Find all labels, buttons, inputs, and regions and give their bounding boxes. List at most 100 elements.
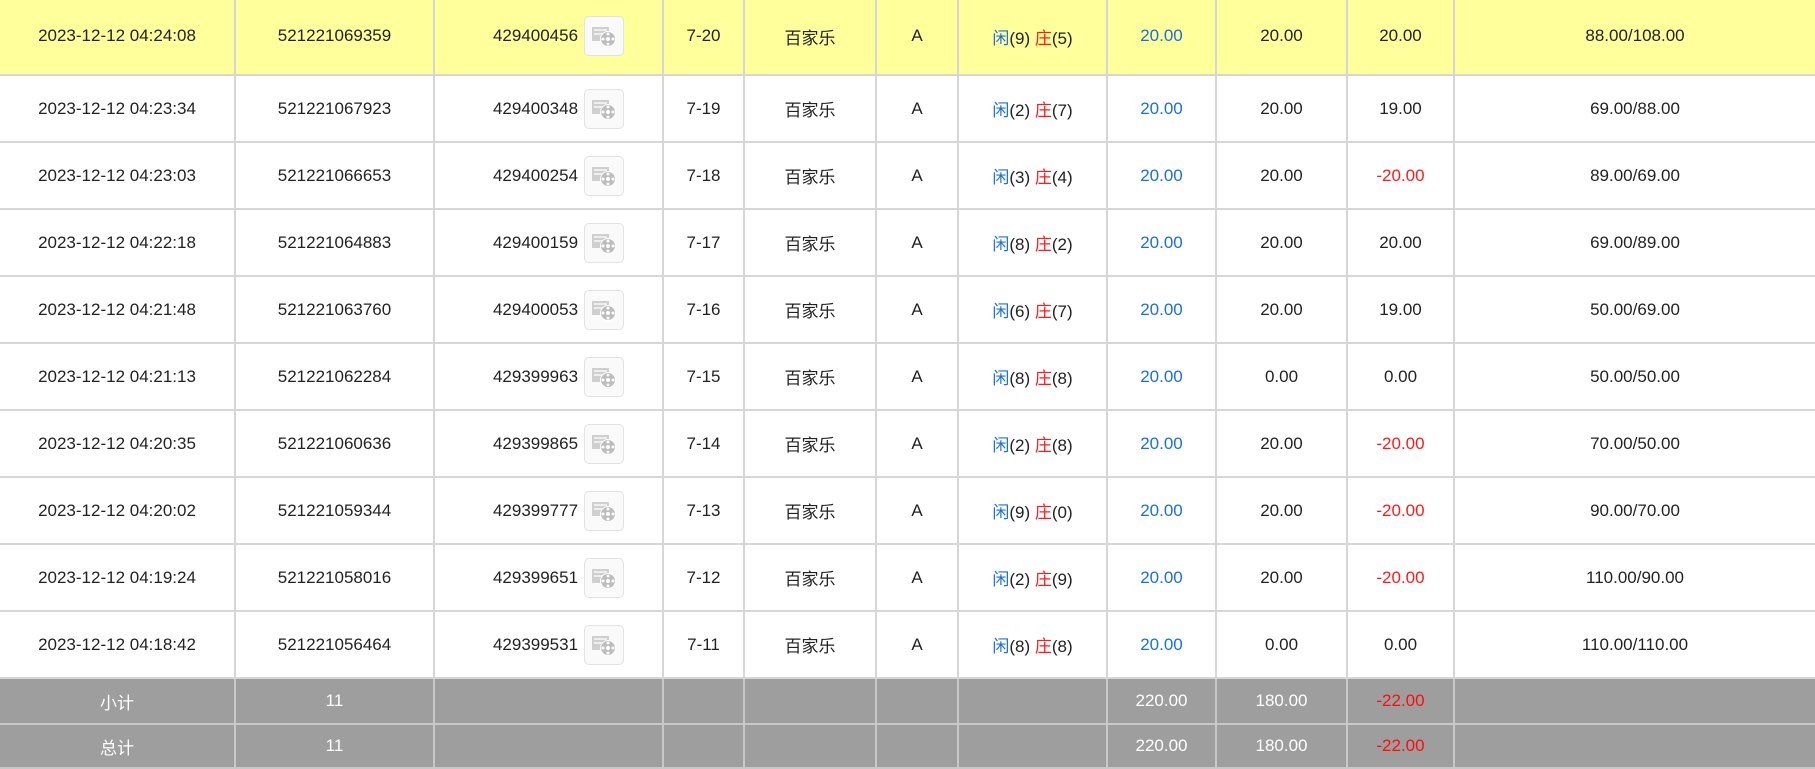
shoe-hand: 7-12 [662,543,745,612]
game-name: 百家乐 [743,476,877,545]
result-cell: 闲(9) 庄(5) [957,0,1108,76]
total-count: 11 [234,723,435,769]
bet-amount: 20.00 [1106,141,1217,210]
round-number: 429400254 [492,165,579,185]
banker-label: 庄 [1034,168,1052,187]
table-row[interactable]: 2023-12-12 04:18:42 521221056464 429399531… [0,610,1815,679]
bet-amount: 20.00 [1106,476,1217,545]
player-label: 闲 [992,302,1010,321]
table-row[interactable]: 2023-12-12 04:22:18 521221064883 429400159… [0,208,1815,277]
round-number: 429399651 [492,567,579,587]
valid-bet: 20.00 [1215,141,1348,210]
table-row[interactable]: 2023-12-12 04:23:03 521221066653 429400254… [0,141,1815,210]
bet-amount: 20.00 [1106,0,1217,76]
table-row[interactable]: 2023-12-12 04:21:13 521221062284 429399963… [0,342,1815,411]
player-score: (8) [1009,637,1031,656]
payout: 20.00 [1346,208,1455,277]
table-row[interactable]: 2023-12-12 04:21:48 521221063760 429400053… [0,275,1815,344]
table-name: A [875,342,959,411]
banker-score: (4) [1051,168,1073,187]
table-row[interactable]: 2023-12-12 04:19:24 521221058016 429399651… [0,543,1815,612]
video-replay-button[interactable] [584,624,625,665]
result-cell: 闲(2) 庄(7) [957,74,1108,143]
video-replay-button[interactable] [584,289,625,330]
balance: 50.00/69.00 [1453,275,1815,344]
banker-label: 庄 [1034,637,1052,656]
table-row[interactable]: 2023-12-12 04:24:08 521221069359 429400456… [0,0,1815,76]
video-replay-button[interactable] [584,16,625,56]
bet-time: 2023-12-12 04:22:18 [0,208,236,277]
result-cell: 闲(8) 庄(2) [957,208,1108,277]
order-number: 521221066653 [234,141,435,210]
order-number: 521221064883 [234,208,435,277]
video-replay-button[interactable] [584,356,625,397]
bet-time: 2023-12-12 04:21:13 [0,342,236,411]
balance: 89.00/69.00 [1453,141,1815,210]
subtotal-label: 小计 [0,677,236,725]
player-label: 闲 [992,28,1010,48]
table-row[interactable]: 2023-12-12 04:23:34 521221067923 429400348… [0,74,1815,143]
video-replay-icon [591,24,617,48]
video-replay-icon [591,164,617,188]
total-row: 总计 11 220.00 180.00 -22.00 [0,723,1815,769]
order-number: 521221060636 [234,409,435,478]
video-replay-button[interactable] [584,557,625,598]
valid-bet: 20.00 [1215,208,1348,277]
table-name: A [875,74,959,143]
round-number: 429399963 [492,366,579,386]
bet-time: 2023-12-12 04:18:42 [0,610,236,679]
subtotal-bet: 220.00 [1106,677,1217,725]
player-label: 闲 [992,168,1010,187]
total-valid: 180.00 [1215,723,1348,769]
video-replay-icon [591,365,617,389]
valid-bet: 0.00 [1215,610,1348,679]
result-cell: 闲(2) 庄(8) [957,409,1108,478]
bet-time: 2023-12-12 04:20:35 [0,409,236,478]
balance: 110.00/110.00 [1453,610,1815,679]
video-replay-button[interactable] [584,423,625,464]
banker-label: 庄 [1034,28,1052,48]
video-replay-icon [591,633,617,657]
table-row[interactable]: 2023-12-12 04:20:35 521221060636 429399865… [0,409,1815,478]
table-row[interactable]: 2023-12-12 04:20:02 521221059344 429399777… [0,476,1815,545]
game-name: 百家乐 [743,409,877,478]
player-label: 闲 [992,637,1010,656]
round-cell: 429400348 [433,74,664,143]
shoe-hand: 7-20 [662,0,745,76]
result-cell: 闲(8) 庄(8) [957,342,1108,411]
banker-score: (8) [1051,637,1073,656]
balance: 70.00/50.00 [1453,409,1815,478]
result-cell: 闲(9) 庄(0) [957,476,1108,545]
balance: 88.00/108.00 [1453,0,1815,76]
result-cell: 闲(6) 庄(7) [957,275,1108,344]
payout: 19.00 [1346,275,1455,344]
video-replay-button[interactable] [584,88,625,129]
payout: -20.00 [1346,141,1455,210]
player-score: (2) [1009,436,1031,455]
payout: 20.00 [1346,0,1455,76]
bet-time: 2023-12-12 04:20:02 [0,476,236,545]
total-bet: 220.00 [1106,723,1217,769]
player-label: 闲 [992,570,1010,589]
game-name: 百家乐 [743,74,877,143]
shoe-hand: 7-15 [662,342,745,411]
order-number: 521221063760 [234,275,435,344]
banker-score: (5) [1051,28,1073,48]
player-score: (9) [1009,503,1031,522]
table-name: A [875,476,959,545]
video-replay-button[interactable] [584,155,625,196]
valid-bet: 0.00 [1215,342,1348,411]
video-replay-icon [591,97,617,121]
bet-amount: 20.00 [1106,74,1217,143]
video-replay-button[interactable] [584,222,625,263]
bet-amount: 20.00 [1106,543,1217,612]
video-replay-button[interactable] [584,490,625,531]
shoe-hand: 7-11 [662,610,745,679]
shoe-hand: 7-16 [662,275,745,344]
banker-score: (7) [1051,101,1073,120]
bet-amount: 20.00 [1106,208,1217,277]
bet-amount: 20.00 [1106,610,1217,679]
balance: 110.00/90.00 [1453,543,1815,612]
video-replay-icon [591,432,617,456]
player-score: (2) [1009,101,1031,120]
